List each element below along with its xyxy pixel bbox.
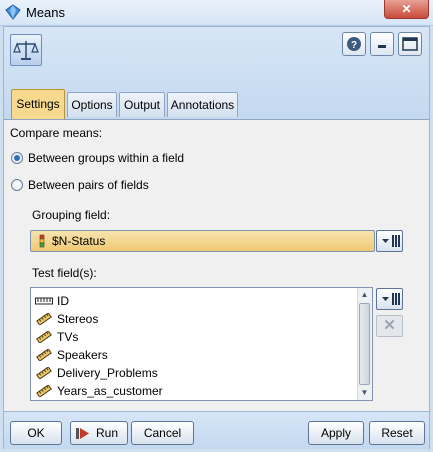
run-button[interactable]: Run [70, 421, 128, 445]
field-name: ID [57, 294, 69, 308]
run-label: Run [96, 426, 119, 440]
scroll-down-arrow-icon[interactable]: ▼ [359, 387, 370, 399]
dialog-footer [4, 411, 429, 449]
nominal-ruler-icon [36, 313, 52, 325]
radio-between-groups-label[interactable]: Between groups within a field [28, 151, 184, 165]
run-icon [76, 428, 89, 439]
nominal-ruler-icon [36, 331, 52, 343]
help-button[interactable]: ? [342, 32, 366, 56]
radio-between-groups[interactable] [11, 152, 23, 164]
flag-field-icon [39, 234, 45, 248]
compare-means-label: Compare means: [10, 126, 103, 140]
test-fields-list[interactable]: ID Stereos TVs Speakers Delivery_Problem… [30, 287, 373, 401]
field-picker-icon [382, 293, 400, 305]
grouping-field-select[interactable]: $N-Status [30, 230, 375, 252]
field-name: TVs [57, 330, 79, 344]
window-close-button[interactable]: ✕ [384, 0, 429, 19]
maximize-icon [402, 37, 418, 51]
nominal-ruler-icon [36, 367, 52, 379]
reset-button[interactable]: Reset [369, 421, 425, 445]
ok-button[interactable]: OK [10, 421, 62, 445]
field-name: Speakers [57, 348, 108, 362]
continuous-ruler-icon [35, 297, 53, 305]
grouping-field-label: Grouping field: [32, 208, 111, 222]
nominal-ruler-icon [36, 349, 52, 361]
minimize-button[interactable] [370, 32, 394, 56]
field-name: Stereos [57, 312, 99, 326]
tab-options[interactable]: Options [67, 92, 117, 117]
field-name: Delivery_Problems [57, 366, 158, 380]
cancel-button[interactable]: Cancel [131, 421, 194, 445]
balance-scale-icon [10, 34, 42, 66]
test-fields-picker-button[interactable] [376, 288, 403, 310]
tab-annotations[interactable]: Annotations [167, 92, 238, 117]
tab-output[interactable]: Output [119, 92, 165, 117]
scroll-up-arrow-icon[interactable]: ▲ [359, 289, 370, 301]
grouping-field-picker-button[interactable] [376, 230, 403, 252]
window-title: Means [26, 5, 66, 20]
scroll-thumb[interactable] [359, 303, 370, 385]
field-picker-icon [382, 235, 400, 247]
grouping-field-value: $N-Status [52, 234, 106, 248]
help-icon: ? [347, 37, 361, 51]
maximize-button[interactable] [398, 32, 422, 56]
radio-between-pairs[interactable] [11, 179, 23, 191]
minimize-icon [378, 45, 386, 48]
tab-settings[interactable]: Settings [11, 89, 65, 119]
test-fields-label: Test field(s): [32, 266, 97, 280]
apply-button[interactable]: Apply [308, 421, 364, 445]
field-name: Years_as_customer [57, 384, 163, 398]
nominal-ruler-icon [36, 385, 52, 397]
remove-field-button[interactable]: ✕ [376, 315, 403, 337]
app-diamond-icon [5, 4, 21, 20]
svg-text:?: ? [351, 40, 357, 51]
radio-between-pairs-label[interactable]: Between pairs of fields [28, 178, 149, 192]
